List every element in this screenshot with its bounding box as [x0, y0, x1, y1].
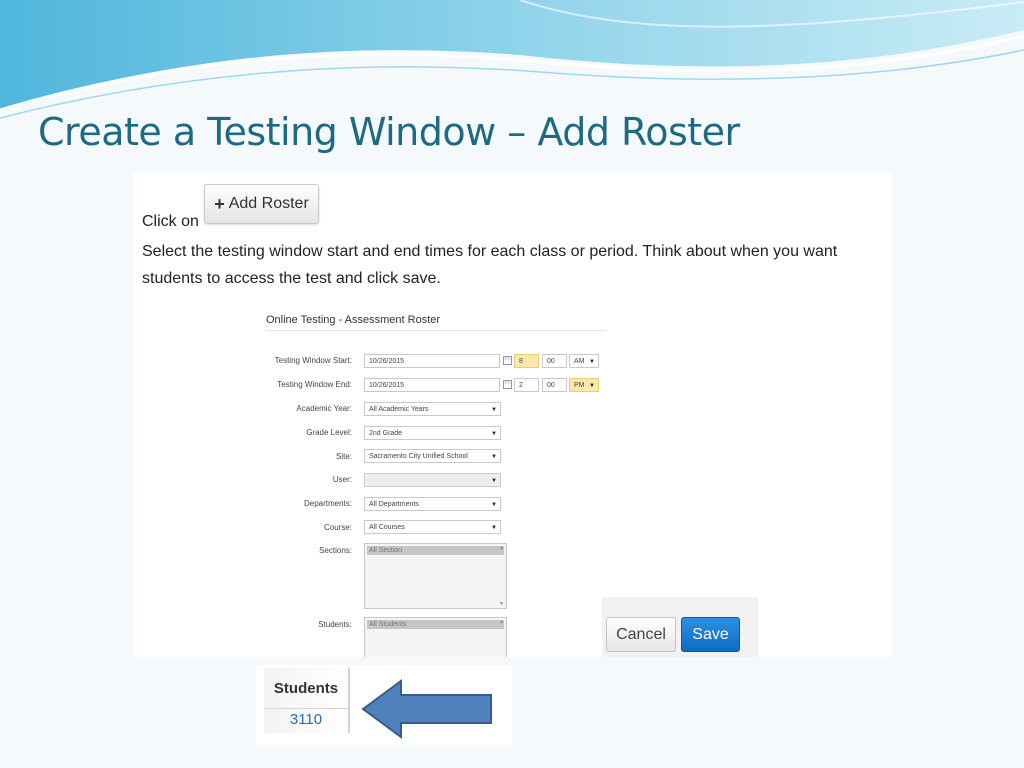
calendar-icon[interactable]: [503, 356, 512, 365]
dropdown-arrow-icon: ▼: [589, 359, 595, 365]
window-start-date-input[interactable]: 10/26/2015: [364, 354, 500, 368]
form-title: Online Testing - Assessment Roster: [266, 314, 441, 326]
students-listbox[interactable]: All Students ▲: [364, 617, 507, 657]
grade-level-select[interactable]: 2nd Grade ▼: [364, 426, 501, 440]
left-arrow-icon: [361, 679, 492, 739]
students-label: Students:: [318, 620, 352, 629]
user-select[interactable]: ▼: [364, 473, 501, 487]
window-end-ampm-value: PM: [574, 382, 585, 389]
students-count-callout: Students 3110: [256, 665, 512, 745]
window-end-label: Testing Window End:: [277, 380, 352, 389]
window-start-hour-input[interactable]: 8: [514, 354, 539, 368]
dropdown-arrow-icon: ▼: [491, 525, 497, 531]
window-end-hour-input[interactable]: 2: [514, 378, 539, 392]
course-label: Course:: [323, 523, 352, 532]
dropdown-arrow-icon: ▼: [491, 431, 497, 437]
scroll-up-icon[interactable]: ▲: [499, 545, 504, 551]
window-start-label: Testing Window Start:: [274, 356, 352, 365]
students-option[interactable]: All Students: [367, 620, 504, 629]
window-end-minute-input[interactable]: 00: [542, 378, 567, 392]
window-start-minute-input[interactable]: 00: [542, 354, 567, 368]
departments-value: All Departments: [369, 501, 419, 508]
academic-year-value: All Academic Years: [369, 406, 429, 413]
students-header: Students: [264, 668, 348, 709]
grade-level-label: Grade Level:: [306, 428, 352, 437]
departments-select[interactable]: All Departments ▼: [364, 497, 501, 511]
save-button[interactable]: Save: [681, 617, 740, 652]
site-label: Site:: [335, 452, 352, 461]
window-end-date-input[interactable]: 10/26/2015: [364, 378, 500, 392]
instruction-line-1: Select the testing window start and end …: [142, 243, 838, 260]
students-summary-card: Students 3110: [264, 668, 350, 733]
user-label: User:: [332, 475, 352, 484]
add-roster-button[interactable]: + Add Roster: [204, 184, 319, 224]
students-count-link[interactable]: 3110: [264, 711, 348, 728]
sections-listbox[interactable]: All Section ▲ ▼: [364, 543, 507, 609]
action-buttons-panel: Cancel Save: [602, 597, 758, 657]
course-value: All Courses: [369, 524, 405, 531]
window-end-ampm-select[interactable]: PM ▼: [569, 378, 599, 392]
academic-year-label: Academic Year:: [296, 404, 352, 413]
grade-level-value: 2nd Grade: [369, 430, 403, 437]
form-title-divider: [266, 330, 606, 331]
dropdown-arrow-icon: ▼: [491, 478, 497, 484]
scroll-up-icon[interactable]: ▲: [499, 619, 504, 625]
academic-year-select[interactable]: All Academic Years ▼: [364, 402, 501, 416]
add-roster-label: Add Roster: [228, 195, 309, 212]
sections-option[interactable]: All Section: [367, 546, 504, 555]
departments-label: Departments:: [303, 499, 352, 508]
screenshot-content: Click on + Add Roster Select the testing…: [133, 172, 892, 657]
click-on-text: Click on: [142, 213, 199, 230]
slide-title: Create a Testing Window – Add Roster: [38, 110, 740, 154]
dropdown-arrow-icon: ▼: [491, 502, 497, 508]
site-select[interactable]: Sacramento City Unified School ▼: [364, 449, 501, 463]
calendar-icon[interactable]: [503, 380, 512, 389]
window-start-ampm-value: AM: [574, 358, 585, 365]
instruction-line-2: students to access the test and click sa…: [142, 270, 441, 287]
dropdown-arrow-icon: ▼: [491, 454, 497, 460]
sections-label: Sections:: [319, 546, 352, 555]
dropdown-arrow-icon: ▼: [491, 407, 497, 413]
site-value: Sacramento City Unified School: [369, 453, 468, 460]
course-select[interactable]: All Courses ▼: [364, 520, 501, 534]
plus-icon: +: [214, 193, 225, 214]
cancel-button[interactable]: Cancel: [606, 617, 676, 652]
dropdown-arrow-icon: ▼: [589, 383, 595, 389]
scroll-down-icon[interactable]: ▼: [499, 601, 504, 607]
window-start-ampm-select[interactable]: AM ▼: [569, 354, 599, 368]
